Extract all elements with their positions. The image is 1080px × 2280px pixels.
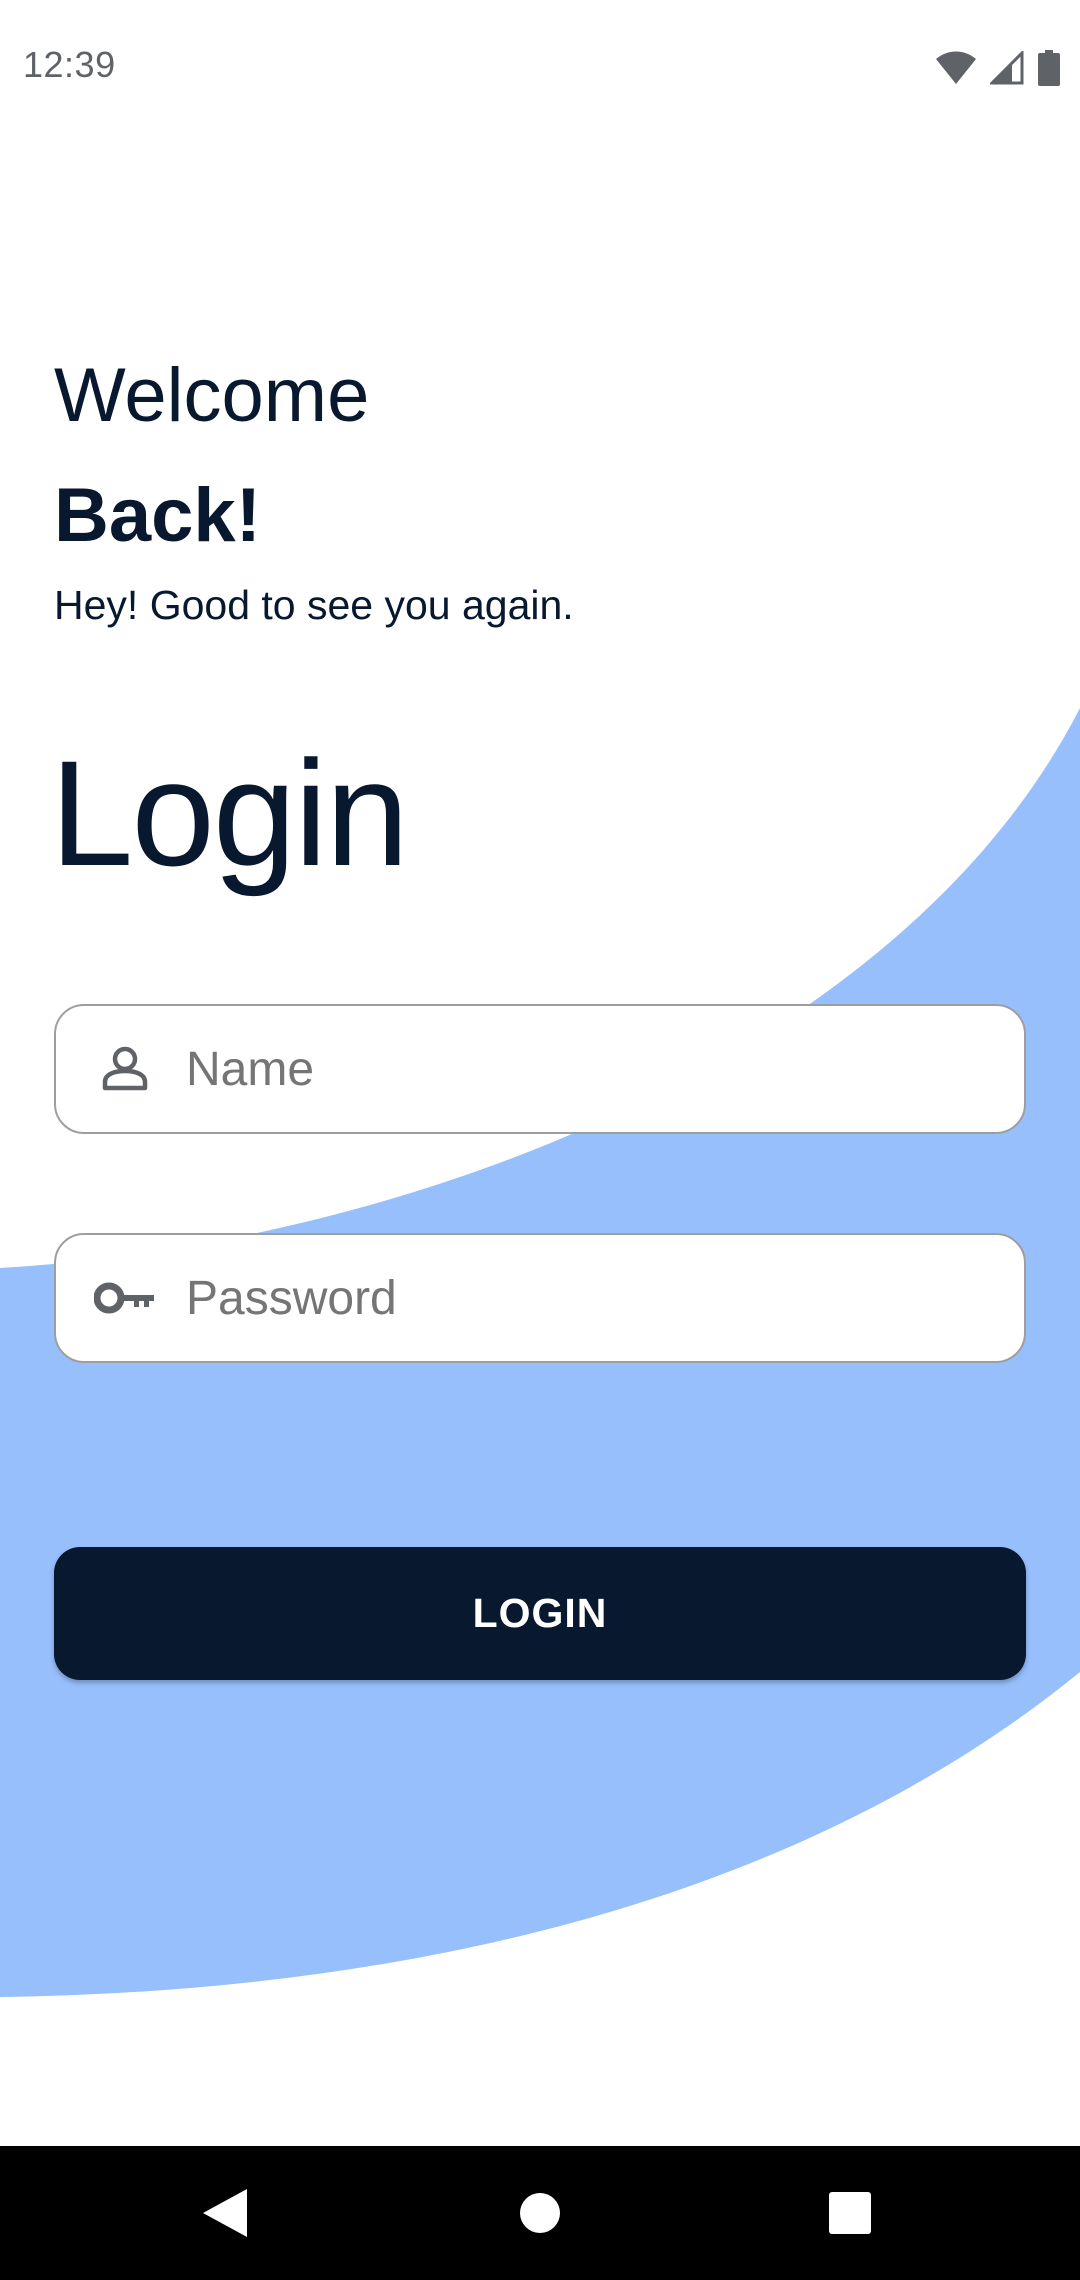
back-icon — [203, 2189, 247, 2237]
wifi-icon — [936, 51, 976, 84]
password-input[interactable] — [186, 1235, 986, 1361]
status-time: 12:39 — [23, 44, 116, 85]
battery-icon — [1038, 50, 1060, 86]
login-button[interactable]: LOGIN — [54, 1547, 1026, 1680]
key-icon — [90, 1281, 160, 1315]
home-icon — [520, 2193, 560, 2233]
person-icon — [90, 1046, 160, 1092]
cell-signal-icon — [990, 51, 1024, 85]
back-title: Back! — [54, 473, 261, 558]
status-icons — [936, 48, 1060, 88]
name-field[interactable] — [54, 1004, 1026, 1134]
welcome-title: Welcome — [54, 353, 370, 438]
name-input[interactable] — [186, 1006, 986, 1132]
password-field[interactable] — [54, 1233, 1026, 1363]
login-screen: Welcome Back! Hey! Good to see you again… — [0, 0, 1080, 2146]
nav-home-button[interactable] — [470, 2146, 610, 2280]
recents-icon — [829, 2192, 871, 2234]
nav-recents-button[interactable] — [780, 2146, 920, 2280]
navigation-bar — [0, 2146, 1080, 2280]
login-heading: Login — [50, 729, 409, 897]
status-bar: 12:39 — [0, 0, 1080, 136]
welcome-subtitle: Hey! Good to see you again. — [54, 582, 574, 628]
nav-back-button[interactable] — [155, 2146, 295, 2280]
